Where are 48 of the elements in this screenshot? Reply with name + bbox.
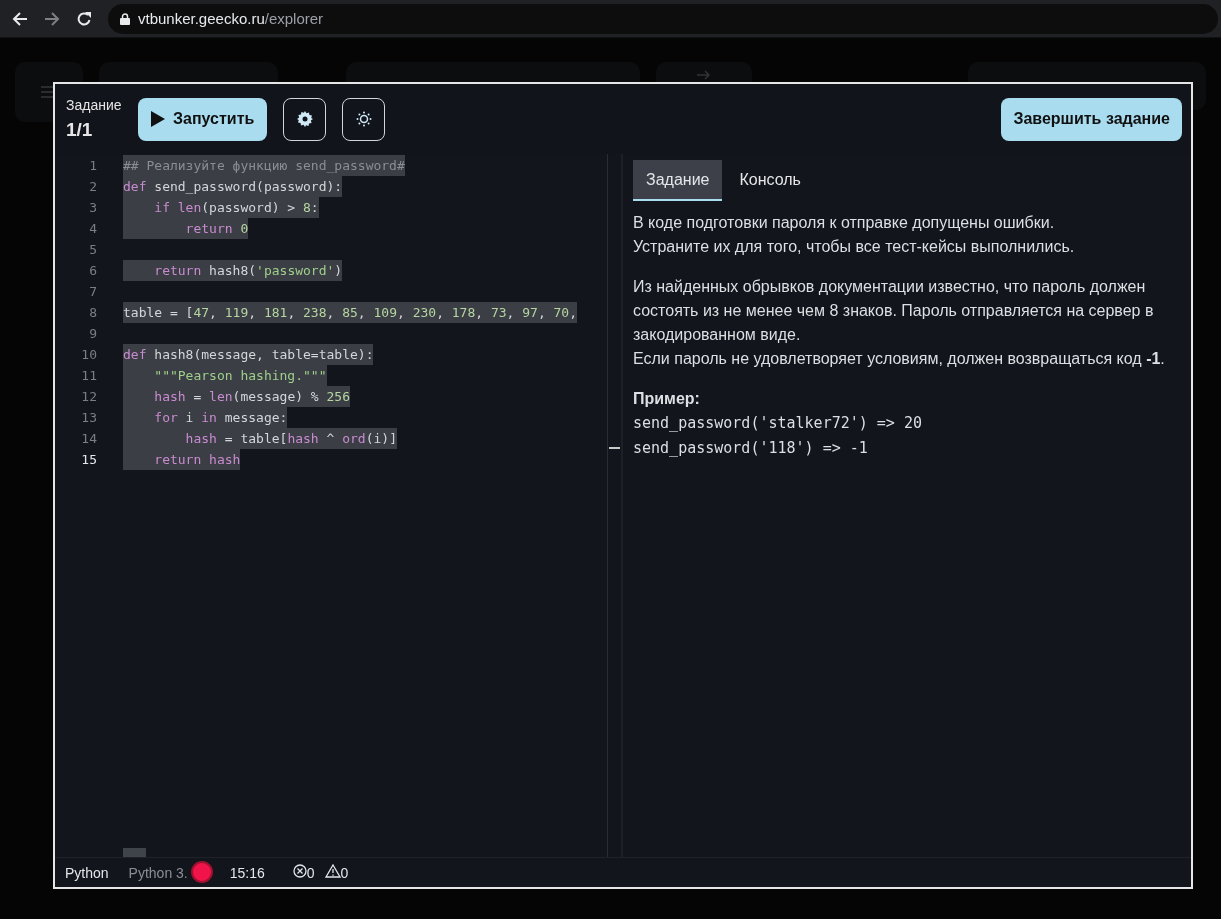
line-number: 1 — [88, 158, 97, 173]
run-button[interactable]: Запустить — [138, 97, 268, 141]
theme-button[interactable] — [342, 97, 386, 141]
example-code: send_password('118') => -1 — [633, 438, 869, 459]
task-counter: 1/1 — [66, 119, 94, 141]
line-number: 12 — [80, 389, 97, 404]
minimap-marker — [609, 447, 620, 449]
line-number: 4 — [88, 221, 97, 236]
line-number: 11 — [80, 368, 97, 383]
line-number: 13 — [80, 410, 97, 425]
reload-icon[interactable] — [76, 10, 92, 27]
finish-button[interactable]: Завершить задание — [1001, 97, 1182, 141]
example-heading: Пример: — [633, 389, 701, 409]
line-number: 6 — [88, 263, 97, 278]
back-icon[interactable] — [12, 10, 28, 27]
panel-tab[interactable]: Консоль — [726, 160, 814, 201]
interpreter-label: Python 3. — [128, 864, 188, 881]
description-text: В коде подготовки пароля к отправке допущены ошибки. — [633, 213, 1056, 233]
lock-icon — [120, 12, 130, 25]
line-number: 9 — [88, 326, 97, 341]
error-count: 0 — [306, 865, 315, 881]
description-text: Из найденных обрывков документации известно, что пароль должен состоять из не менее чем 8 знаков. Пароль отправляется на сервер в закодированном виде. — [633, 277, 1155, 345]
line-number: 8 — [88, 305, 97, 320]
example-code: send_password('stalker72') => 20 — [633, 413, 923, 434]
language-label: Python — [65, 864, 109, 881]
play-icon — [151, 111, 165, 127]
forward-icon[interactable] — [44, 10, 60, 27]
sun-icon — [355, 111, 372, 127]
line-number: 5 — [88, 242, 97, 257]
description-text: Устраните их для того, чтобы все тест-кейсы выполнились. — [633, 237, 1076, 257]
line-number: 10 — [80, 347, 97, 362]
panel-tab[interactable]: Задание — [633, 160, 723, 201]
address-bar[interactable]: vtbunker.geecko.ru/explorer — [108, 3, 1218, 34]
warning-icon — [324, 864, 341, 878]
line-number: 3 — [88, 200, 97, 215]
cursor-position: 15:16 — [229, 864, 265, 881]
error-icon — [292, 864, 307, 878]
line-number: 2 — [88, 179, 97, 194]
line-number: 14 — [80, 431, 97, 446]
description-text: Если пароль не удовлетворяет условиям, должен возвращаться код -1. — [633, 349, 1166, 369]
settings-button[interactable] — [283, 97, 327, 141]
line-number: 15 — [80, 452, 97, 467]
warning-count: 0 — [340, 865, 349, 881]
settings-icon — [296, 111, 313, 127]
task-label: Задание — [66, 97, 123, 113]
arrow-icon — [696, 70, 711, 80]
scrollbar-thumb[interactable] — [123, 848, 146, 857]
line-number: 7 — [88, 284, 97, 299]
